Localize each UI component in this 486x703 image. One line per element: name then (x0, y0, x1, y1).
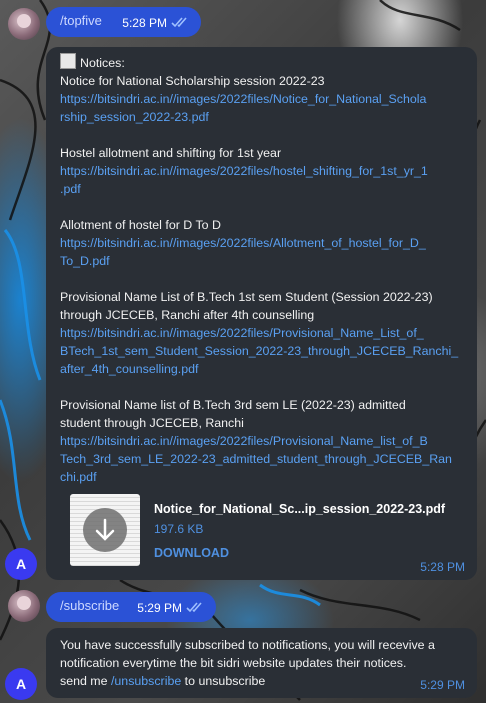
notice-link[interactable]: BTech_1st_sem_Student_Session_2022-23_th… (60, 342, 470, 360)
double-check-icon (186, 602, 202, 613)
notice-link[interactable]: https://bitsindri.ac.in//images/2022file… (60, 234, 470, 252)
notice-gap (60, 378, 470, 396)
notice-gap (60, 126, 470, 144)
incoming-message-confirmation: You have successfully subscribed to noti… (46, 628, 477, 698)
notice-gap (60, 270, 470, 288)
file-name[interactable]: Notice_for_National_Sc...ip_session_2022… (154, 500, 445, 518)
arrow-down-icon (95, 518, 115, 541)
download-link[interactable]: DOWNLOAD (154, 544, 229, 562)
chat-area: /topfive 5:28 PM Notices: Notice for Nat… (0, 0, 486, 703)
message-body: You have successfully subscribed to noti… (60, 636, 470, 690)
double-check-icon (171, 17, 187, 28)
memo-icon (60, 53, 76, 69)
message-line: send me /unsubscribe to unsubscribe (60, 674, 266, 688)
download-button[interactable] (83, 508, 127, 552)
outgoing-message-topfive[interactable]: /topfive 5:28 PM (46, 7, 201, 37)
notice-title: through JCECEB, Ranchi after 4th counsel… (60, 308, 315, 322)
command-text[interactable]: /subscribe (60, 598, 119, 613)
notice-link[interactable]: https://bitsindri.ac.in//images/2022file… (60, 432, 470, 450)
notice-link[interactable]: chi.pdf (60, 468, 470, 486)
bot-avatar[interactable]: A (5, 548, 37, 580)
notice-title: Notice for National Scholarship session … (60, 74, 325, 88)
notice-item: Allotment of hostel for D To D https://bi… (60, 198, 470, 270)
notice-link[interactable]: rship_session_2022-23.pdf (60, 108, 470, 126)
notice-link[interactable]: https://bitsindri.ac.in//images/2022file… (60, 90, 470, 108)
notices-header: Notices: (60, 53, 470, 72)
file-size: 197.6 KB (154, 522, 204, 536)
notice-link[interactable]: .pdf (60, 180, 470, 198)
message-line: You have successfully subscribed to noti… (60, 638, 435, 652)
notice-link[interactable]: after_4th_counselling.pdf (60, 360, 470, 378)
message-time: 5:28 PM (420, 560, 465, 574)
notice-item: Provisional Name list of B.Tech 3rd sem … (60, 378, 470, 486)
notice-item: Notice for National Scholarship session … (60, 72, 470, 126)
notice-gap (60, 198, 470, 216)
command-text[interactable]: /topfive (60, 13, 102, 28)
outgoing-message-subscribe[interactable]: /subscribe 5:29 PM (46, 592, 216, 622)
bot-avatar[interactable]: A (5, 668, 37, 700)
message-time: 5:28 PM (122, 16, 167, 30)
notice-item: Hostel allotment and shifting for 1st ye… (60, 126, 470, 198)
unsubscribe-command-link[interactable]: /unsubscribe (111, 674, 181, 688)
message-line: notification everytime the bit sidri web… (60, 656, 407, 670)
incoming-message-notices: Notices: Notice for National Scholarship… (46, 47, 477, 580)
notice-link[interactable]: https://bitsindri.ac.in//images/2022file… (60, 162, 470, 180)
notice-item: Provisional Name List of B.Tech 1st sem … (60, 270, 470, 378)
notice-title: Hostel allotment and shifting for 1st ye… (60, 146, 282, 160)
notice-title: Provisional Name List of B.Tech 1st sem … (60, 290, 433, 304)
file-attachment[interactable]: Notice_for_National_Sc...ip_session_2022… (58, 494, 470, 566)
notice-link[interactable]: Tech_3rd_sem_LE_2022-23_admitted_student… (60, 450, 470, 468)
notice-link[interactable]: To_D.pdf (60, 252, 470, 270)
message-time: 5:29 PM (137, 601, 182, 615)
notice-list: Notice for National Scholarship session … (60, 72, 470, 486)
notice-title: Allotment of hostel for D To D (60, 218, 221, 232)
message-time: 5:29 PM (420, 678, 465, 692)
file-thumbnail[interactable] (70, 494, 140, 566)
message-body: Notices: Notice for National Scholarship… (60, 53, 470, 566)
user-avatar[interactable] (8, 590, 40, 622)
notice-title: Provisional Name list of B.Tech 3rd sem … (60, 398, 406, 412)
user-avatar[interactable] (8, 8, 40, 40)
notice-title: student through JCECEB, Ranchi (60, 416, 244, 430)
notice-link[interactable]: https://bitsindri.ac.in//images/2022file… (60, 324, 470, 342)
